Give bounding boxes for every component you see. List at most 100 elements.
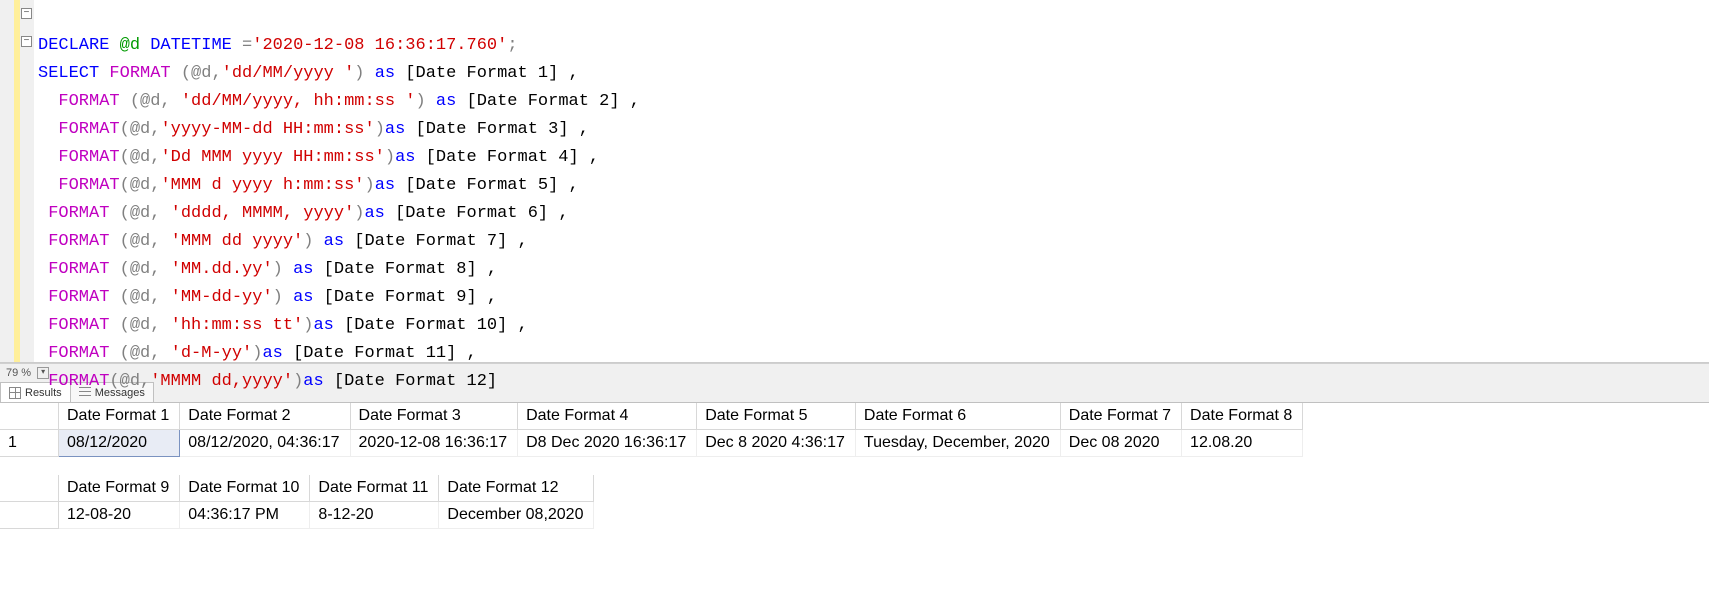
grid-cell[interactable]: 04:36:17 PM bbox=[180, 502, 310, 529]
grid-cell[interactable]: 12.08.20 bbox=[1182, 430, 1303, 457]
code-token: (@d, bbox=[120, 92, 181, 111]
editor-gutter-breakpoint[interactable] bbox=[6, 0, 14, 362]
code-token: ) bbox=[293, 372, 303, 391]
code-token: [Date Format 3] , bbox=[405, 120, 589, 139]
column-header[interactable]: Date Format 7 bbox=[1060, 403, 1181, 430]
code-token: FORMAT bbox=[48, 372, 109, 391]
sql-editor[interactable]: − − DECLARE @d DATETIME ='2020-12-08 16:… bbox=[0, 0, 1709, 363]
code-token: [Date Format 1] , bbox=[395, 64, 579, 83]
code-token: FORMAT bbox=[58, 120, 119, 139]
code-token: (@d, bbox=[109, 204, 170, 223]
code-token: as bbox=[436, 92, 456, 111]
code-token bbox=[99, 64, 109, 83]
column-header[interactable]: Date Format 3 bbox=[350, 403, 518, 430]
code-token: 'MM.dd.yy' bbox=[171, 260, 273, 279]
code-token: [Date Format 8] , bbox=[313, 260, 497, 279]
grid-cell[interactable]: 08/12/2020, 04:36:17 bbox=[180, 430, 350, 457]
code-token: ) bbox=[415, 92, 435, 111]
grid-cell[interactable]: D8 Dec 2020 16:36:17 bbox=[518, 430, 697, 457]
grid-cell[interactable]: Dec 08 2020 bbox=[1060, 430, 1181, 457]
column-header[interactable]: Date Format 4 bbox=[518, 403, 697, 430]
column-header[interactable]: Date Format 6 bbox=[855, 403, 1060, 430]
code-token: ) bbox=[303, 232, 323, 251]
code-token: ) bbox=[354, 64, 374, 83]
results-grid[interactable]: Date Format 1 Date Format 2 Date Format … bbox=[0, 403, 1709, 529]
code-token: ) bbox=[303, 316, 313, 335]
column-header[interactable]: Date Format 1 bbox=[59, 403, 180, 430]
code-token: [Date Format 7] , bbox=[344, 232, 528, 251]
editor-gutter-outline[interactable]: − − bbox=[20, 0, 34, 362]
grid-corner[interactable] bbox=[0, 475, 59, 502]
table-row[interactable]: 12-08-20 04:36:17 PM 8-12-20 December 08… bbox=[0, 502, 594, 529]
code-token: [Date Format 6] , bbox=[385, 204, 569, 223]
code-token: 'yyyy-MM-dd HH:mm:ss' bbox=[160, 120, 374, 139]
code-token: '2020-12-08 16:36:17.760' bbox=[252, 36, 507, 55]
code-token: 'Dd MMM yyyy HH:mm:ss' bbox=[160, 148, 384, 167]
row-number[interactable] bbox=[0, 502, 59, 529]
code-token: as bbox=[303, 372, 323, 391]
code-token: (@d, bbox=[171, 64, 222, 83]
column-header[interactable]: Date Format 11 bbox=[310, 475, 439, 502]
code-area[interactable]: DECLARE @d DATETIME ='2020-12-08 16:36:1… bbox=[34, 0, 640, 362]
code-token: (@d, bbox=[120, 148, 161, 167]
code-token: as bbox=[385, 120, 405, 139]
code-token: as bbox=[324, 232, 344, 251]
code-token: FORMAT bbox=[58, 148, 119, 167]
code-token: as bbox=[364, 204, 384, 223]
code-token: ) bbox=[273, 288, 293, 307]
grid-cell[interactable]: 8-12-20 bbox=[310, 502, 439, 529]
column-header[interactable]: Date Format 12 bbox=[439, 475, 594, 502]
code-token: DATETIME bbox=[150, 36, 232, 55]
code-token: (@d, bbox=[120, 120, 161, 139]
code-token: @d bbox=[109, 36, 150, 55]
code-token: SELECT bbox=[38, 64, 99, 83]
code-token: as bbox=[293, 260, 313, 279]
code-token: FORMAT bbox=[58, 176, 119, 195]
results-table-part1[interactable]: Date Format 1 Date Format 2 Date Format … bbox=[0, 403, 1303, 457]
code-token: [Date Format 10] , bbox=[334, 316, 528, 335]
code-token: (@d, bbox=[109, 372, 150, 391]
code-token: DECLARE bbox=[38, 36, 109, 55]
column-header[interactable]: Date Format 2 bbox=[180, 403, 350, 430]
code-token: as bbox=[262, 344, 282, 363]
fold-toggle-icon[interactable]: − bbox=[21, 36, 32, 47]
code-token: FORMAT bbox=[48, 316, 109, 335]
code-token: 'MMM dd yyyy' bbox=[171, 232, 304, 251]
code-token: 'd-M-yy' bbox=[171, 344, 253, 363]
code-token: (@d, bbox=[109, 288, 170, 307]
code-token: FORMAT bbox=[48, 344, 109, 363]
grid-cell-selected[interactable]: 08/12/2020 bbox=[59, 430, 180, 457]
code-token: ) bbox=[364, 176, 374, 195]
code-token: (@d, bbox=[109, 316, 170, 335]
grid-icon bbox=[9, 387, 21, 399]
grid-cell[interactable]: 2020-12-08 16:36:17 bbox=[350, 430, 518, 457]
code-token: [Date Format 11] , bbox=[283, 344, 477, 363]
code-token: 'dd/MM/yyyy ' bbox=[222, 64, 355, 83]
fold-toggle-icon[interactable]: − bbox=[21, 8, 32, 19]
zoom-level: 79 % bbox=[2, 367, 35, 379]
column-header[interactable]: Date Format 10 bbox=[180, 475, 310, 502]
code-token: as bbox=[293, 288, 313, 307]
code-token: ) bbox=[252, 344, 262, 363]
grid-cell[interactable]: 12-08-20 bbox=[59, 502, 180, 529]
results-table-part2[interactable]: Date Format 9 Date Format 10 Date Format… bbox=[0, 475, 594, 529]
grid-cell[interactable]: Tuesday, December, 2020 bbox=[855, 430, 1060, 457]
grid-cell[interactable]: Dec 8 2020 4:36:17 bbox=[697, 430, 856, 457]
code-token: as bbox=[375, 64, 395, 83]
column-header[interactable]: Date Format 9 bbox=[59, 475, 180, 502]
code-token: ) bbox=[273, 260, 293, 279]
code-token: FORMAT bbox=[48, 288, 109, 307]
code-token: as bbox=[395, 148, 415, 167]
code-token: ) bbox=[375, 120, 385, 139]
code-token: [Date Format 9] , bbox=[313, 288, 497, 307]
row-number[interactable]: 1 bbox=[0, 430, 59, 457]
code-token: FORMAT bbox=[48, 204, 109, 223]
code-token: 'MMM d yyyy h:mm:ss' bbox=[160, 176, 364, 195]
code-token: FORMAT bbox=[48, 232, 109, 251]
code-token: (@d, bbox=[109, 260, 170, 279]
code-token: 'MM-dd-yy' bbox=[171, 288, 273, 307]
grid-cell[interactable]: December 08,2020 bbox=[439, 502, 594, 529]
column-header[interactable]: Date Format 5 bbox=[697, 403, 856, 430]
column-header[interactable]: Date Format 8 bbox=[1182, 403, 1303, 430]
table-row[interactable]: 1 08/12/2020 08/12/2020, 04:36:17 2020-1… bbox=[0, 430, 1303, 457]
